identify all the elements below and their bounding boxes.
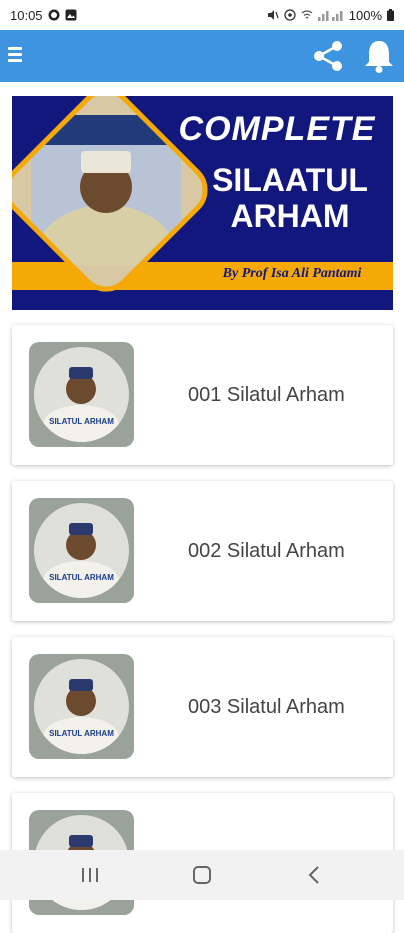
- banner-title-line3: ARHAM: [230, 198, 350, 234]
- thumbnail-portrait: SILATUL ARHAM: [34, 659, 129, 754]
- wifi-icon: [301, 10, 313, 19]
- system-navigation-bar: [0, 850, 404, 900]
- recent-apps-icon[interactable]: [78, 864, 102, 886]
- status-bar-left: 10:05: [10, 8, 77, 23]
- banner-byline: By Prof Isa Ali Pantami: [222, 266, 362, 281]
- chat-notification-icon: [48, 9, 60, 21]
- mute-icon: [267, 10, 279, 20]
- thumbnail-portrait: SILATUL ARHAM: [34, 503, 129, 598]
- app-bar: [0, 30, 404, 82]
- lecture-thumbnail: SILATUL ARHAM: [29, 342, 134, 447]
- list-item[interactable]: SILATUL ARHAM 002 Silatul Arham: [12, 481, 393, 621]
- battery-icon: [387, 9, 394, 21]
- thumbnail-label: SILATUL ARHAM: [49, 417, 114, 426]
- battery-percent: 100%: [348, 7, 382, 23]
- list-item[interactable]: SILATUL ARHAM 001 Silatul Arham: [12, 325, 393, 465]
- list-item[interactable]: SILATUL ARHAM 003 Silatul Arham: [12, 637, 393, 777]
- back-icon[interactable]: [303, 864, 327, 886]
- bell-icon[interactable]: [362, 38, 396, 74]
- list-item-title: 003 Silatul Arham: [188, 695, 345, 718]
- signal-icon: [317, 11, 343, 21]
- status-time: 10:05: [10, 7, 43, 23]
- banner-title-line1: COMPLETE: [178, 110, 376, 148]
- thumbnail-portrait: SILATUL ARHAM: [34, 347, 129, 442]
- list-item-title: 002 Silatul Arham: [188, 539, 345, 562]
- home-icon[interactable]: [190, 864, 214, 886]
- image-notification-icon: [65, 9, 77, 21]
- lecture-thumbnail: SILATUL ARHAM: [29, 498, 134, 603]
- thumbnail-label: SILATUL ARHAM: [49, 729, 114, 738]
- hamburger-menu-icon[interactable]: [8, 44, 24, 66]
- lecture-thumbnail: SILATUL ARHAM: [29, 654, 134, 759]
- hero-banner: COMPLETE SILAATUL ARHAM By Prof Isa Ali …: [12, 96, 393, 310]
- banner-title: SILAATUL ARHAM: [188, 162, 392, 234]
- banner-title-line2: SILAATUL: [212, 162, 368, 198]
- thumbnail-label: SILATUL ARHAM: [49, 573, 114, 582]
- status-bar-right: 100%: [267, 8, 394, 23]
- status-bar: 10:05 100%: [0, 0, 404, 30]
- hotspot-icon: [284, 9, 296, 21]
- share-icon[interactable]: [310, 38, 346, 74]
- list-item-title: 001 Silatul Arham: [188, 383, 345, 406]
